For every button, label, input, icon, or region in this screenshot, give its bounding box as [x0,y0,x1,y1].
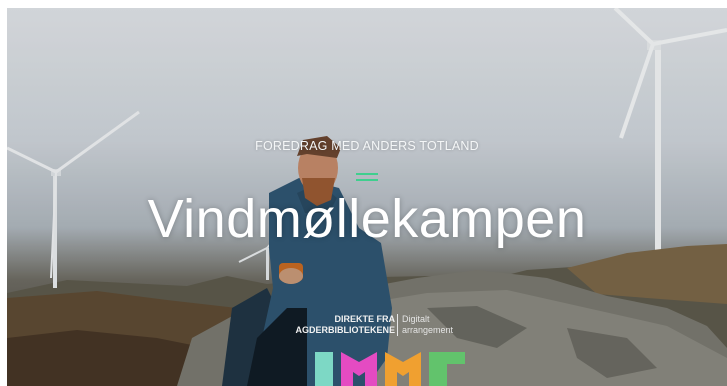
format-line2: arrangement [402,325,454,335]
hero-banner: FOREDRAG MED ANDERS TOTLAND Vindmøllekam… [7,8,727,386]
event-title: Vindmøllekampen [147,189,587,249]
organizer-label: DIREKTE FRA AGDERBIBLIOTEKENE [295,314,395,336]
event-info: DIREKTE FRA AGDERBIBLIOTEKENE Digitalt a… [277,314,467,340]
format-label: Digitalt arrangement [402,314,453,336]
agderbibliotekene-logo [315,352,465,386]
accent-divider [356,173,378,175]
organizer-line2: AGDERBIBLIOTEKENE [295,325,395,335]
info-separator [397,314,398,336]
event-kicker: FOREDRAG MED ANDERS TOTLAND [255,139,479,153]
accent-divider [356,179,378,181]
organizer-line1: DIREKTE FRA [334,314,396,324]
format-line1: Digitalt [402,314,430,324]
